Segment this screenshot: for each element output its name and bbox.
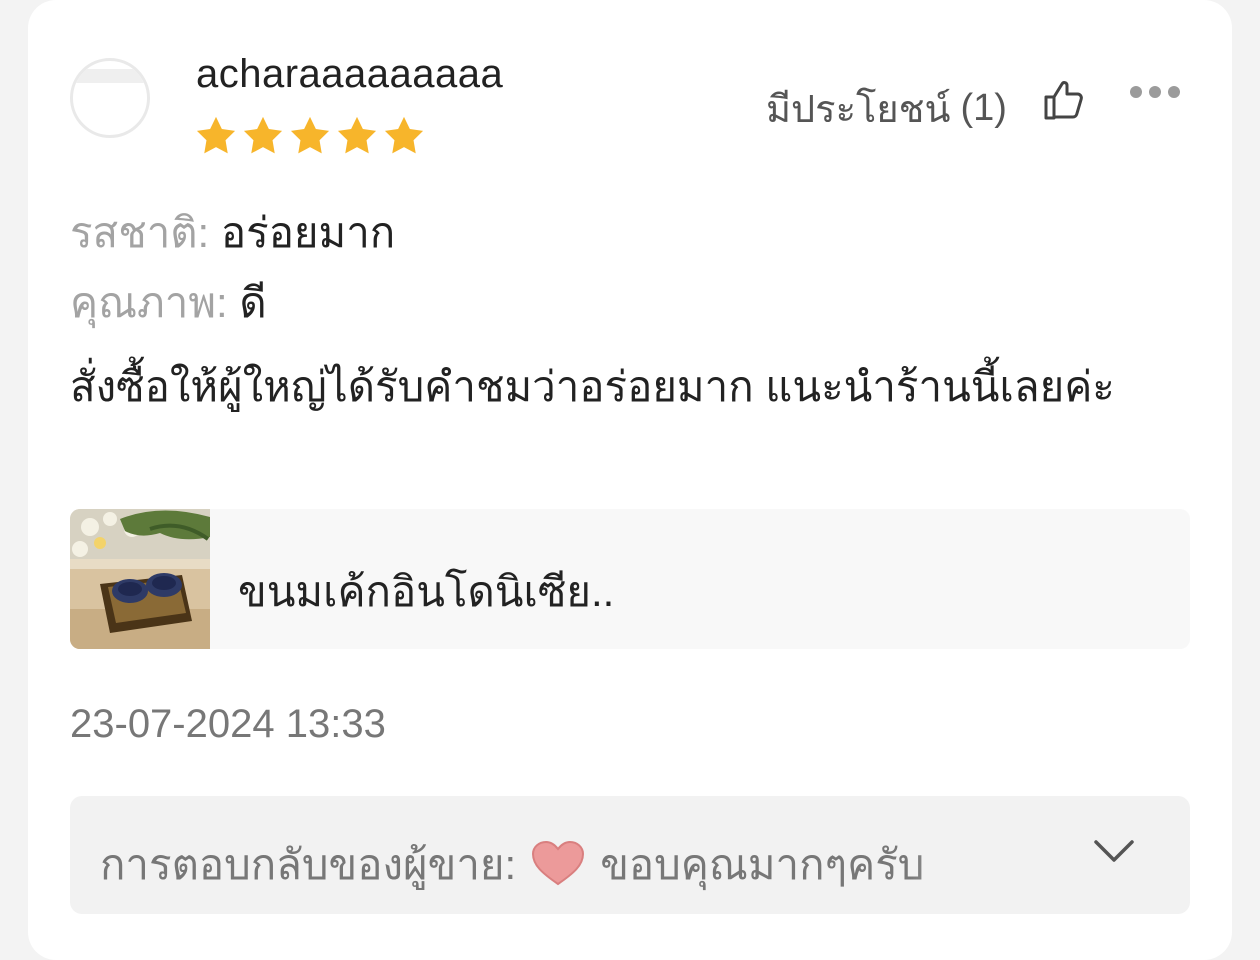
avatar[interactable]: [70, 58, 150, 138]
thumbs-up-icon[interactable]: [1040, 76, 1088, 124]
star-icon: [196, 116, 236, 154]
taste-value: อร่อยมาก: [220, 209, 396, 256]
helpful-text: มีประโยชน์: [766, 89, 951, 131]
quality-label: คุณภาพ:: [70, 279, 228, 326]
star-icon: [337, 116, 377, 154]
star-rating: [194, 114, 426, 158]
username[interactable]: acharaaaaaaaaa: [196, 52, 503, 97]
heart-icon: [532, 840, 585, 886]
more-dot: [1168, 86, 1180, 98]
star-icon: [384, 116, 424, 154]
quality-value: ดี: [239, 279, 267, 326]
seller-reply-text: การตอบกลับของผู้ขาย: ขอบคุณมากๆครับ: [100, 832, 1020, 898]
taste-attribute: รสชาติ: อร่อยมาก: [70, 200, 395, 266]
helpful-label[interactable]: มีประโยชน์ (1): [766, 78, 1007, 139]
review-date: 23-07-2024 13:33: [70, 702, 386, 746]
more-dot: [1149, 86, 1161, 98]
seller-reply-message: ขอบคุณมากๆครับ: [600, 841, 925, 888]
more-dot: [1130, 86, 1142, 98]
star-icon: [243, 116, 283, 154]
product-thumbnail: [70, 509, 210, 649]
star-icon: [290, 116, 330, 154]
review-body: สั่งซื้อให้ผู้ใหญ่ได้รับคำชมว่าอร่อยมาก …: [70, 363, 1115, 410]
product-link[interactable]: ขนมเค้กอินโดนิเซีย..: [70, 509, 1190, 649]
seller-reply-label: การตอบกลับของผู้ขาย:: [100, 841, 517, 888]
helpful-count: (1): [960, 87, 1007, 129]
seller-reply[interactable]: การตอบกลับของผู้ขาย: ขอบคุณมากๆครับ: [70, 796, 1190, 914]
taste-label: รสชาติ:: [70, 209, 210, 256]
chevron-down-icon[interactable]: [1092, 836, 1136, 866]
product-name: ขนมเค้กอินโดนิเซีย..: [238, 568, 615, 615]
more-dots-icon[interactable]: [1130, 86, 1180, 98]
quality-attribute: คุณภาพ: ดี: [70, 270, 267, 336]
